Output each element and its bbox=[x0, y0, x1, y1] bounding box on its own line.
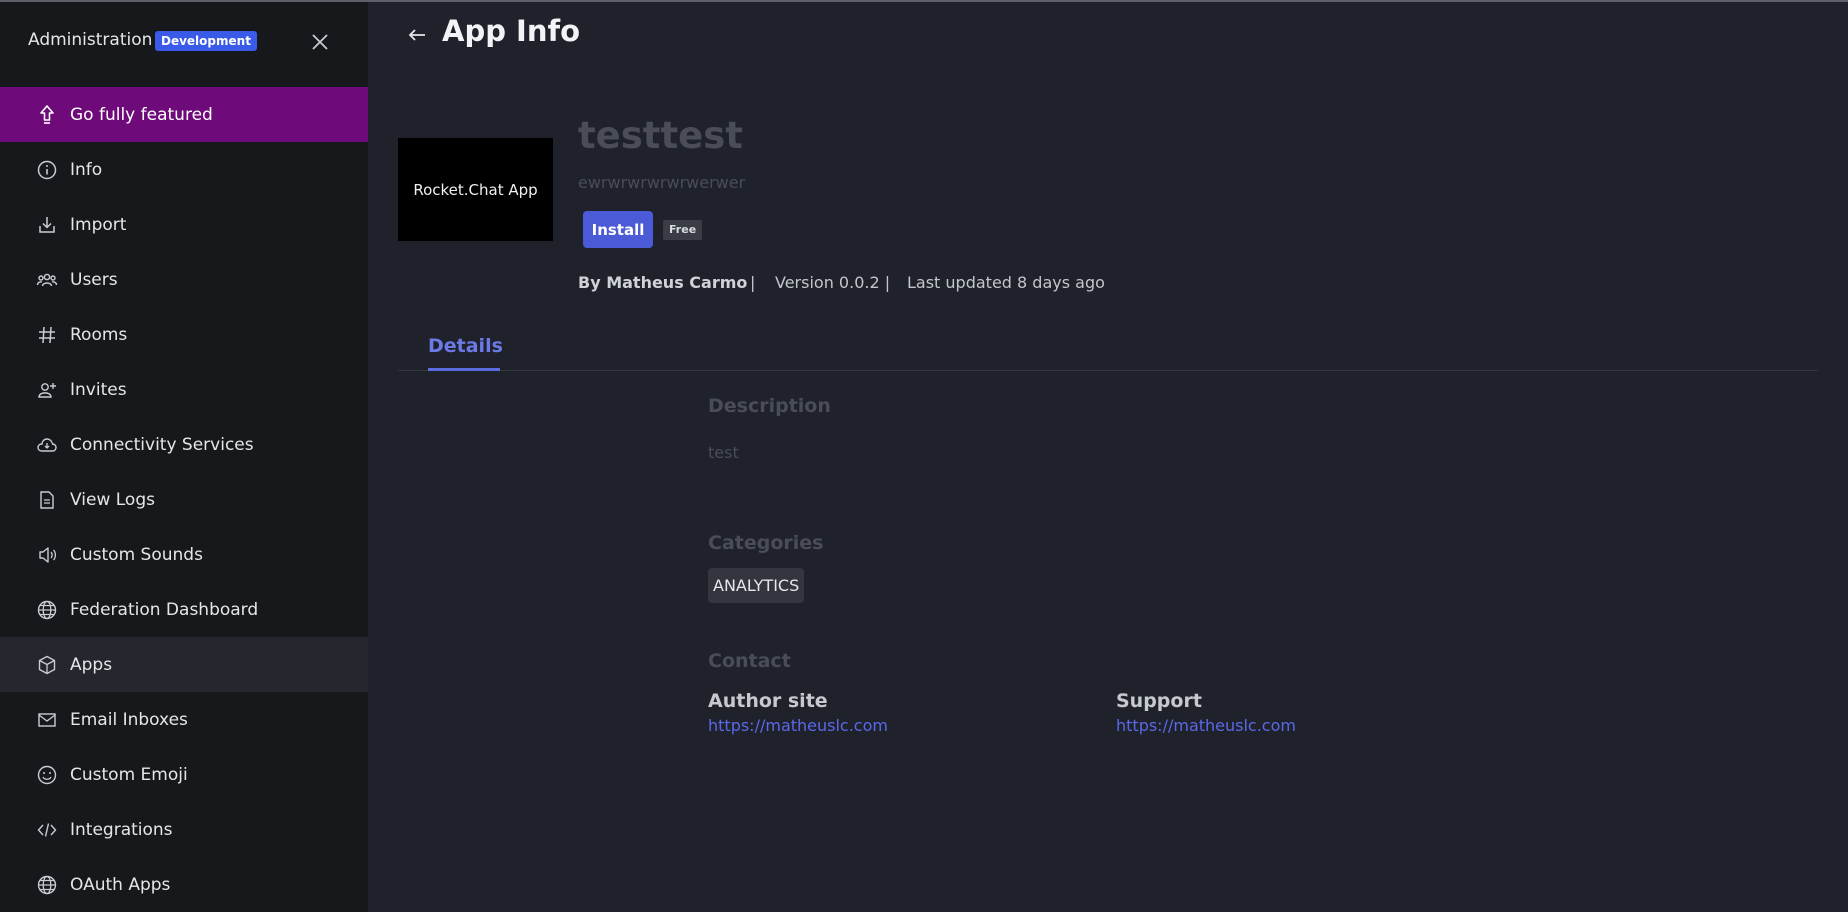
page-title: App Info bbox=[442, 14, 581, 48]
file-icon bbox=[36, 489, 58, 511]
admin-sidebar: Administration Development Go fully feat… bbox=[0, 2, 368, 912]
hashtag-icon bbox=[36, 324, 58, 346]
author-site-link[interactable]: https://matheuslc.com bbox=[708, 716, 888, 735]
sidebar-item-apps[interactable]: Apps bbox=[0, 637, 368, 692]
info-icon bbox=[36, 159, 58, 181]
globe-icon bbox=[36, 599, 58, 621]
sidebar-item-label: Custom Emoji bbox=[70, 764, 188, 785]
app-author: By Matheus Carmo bbox=[578, 273, 748, 292]
app-info-page: App Info Rocket.Chat App testtest ewrwrw… bbox=[368, 2, 1848, 912]
sound-icon bbox=[36, 544, 58, 566]
sidebar-item-label: OAuth Apps bbox=[70, 874, 171, 895]
sidebar-title: Administration bbox=[28, 30, 153, 50]
sidebar-item-label: Invites bbox=[70, 379, 127, 400]
environment-badge: Development bbox=[155, 31, 257, 51]
contact-heading: Contact bbox=[708, 650, 791, 672]
sidebar-item-custom-emoji[interactable]: Custom Emoji bbox=[0, 747, 368, 802]
sidebar-item-invites[interactable]: Invites bbox=[0, 362, 368, 417]
support-link[interactable]: https://matheuslc.com bbox=[1116, 716, 1296, 735]
description-heading: Description bbox=[708, 395, 831, 417]
sidebar-item-info[interactable]: Info bbox=[0, 142, 368, 197]
sidebar-item-label: Custom Sounds bbox=[70, 544, 203, 565]
sidebar-item-custom-sounds[interactable]: Custom Sounds bbox=[0, 527, 368, 582]
sidebar-item-rooms[interactable]: Rooms bbox=[0, 307, 368, 362]
sidebar-item-label: Email Inboxes bbox=[70, 709, 188, 730]
sidebar-item-label: Go fully featured bbox=[70, 104, 213, 125]
categories-heading: Categories bbox=[708, 532, 824, 554]
app-logo: Rocket.Chat App bbox=[398, 138, 553, 241]
sidebar-item-import[interactable]: Import bbox=[0, 197, 368, 252]
mail-icon bbox=[36, 709, 58, 731]
sidebar-item-integrations[interactable]: Integrations bbox=[0, 802, 368, 857]
sidebar-item-label: Info bbox=[70, 159, 103, 180]
app-version: Version 0.0.2 | bbox=[775, 273, 891, 292]
app-name: testtest bbox=[578, 114, 743, 157]
tab-divider bbox=[398, 370, 1818, 371]
sidebar-item-oauth-apps[interactable]: OAuth Apps bbox=[0, 857, 368, 912]
sidebar-item-users[interactable]: Users bbox=[0, 252, 368, 307]
emoji-icon bbox=[36, 764, 58, 786]
app-logo-text: Rocket.Chat App bbox=[413, 180, 538, 199]
category-chip: ANALYTICS bbox=[708, 568, 805, 603]
meta-separator: | bbox=[750, 273, 756, 292]
sidebar-item-label: Federation Dashboard bbox=[70, 599, 259, 620]
sidebar-item-connectivity-services[interactable]: Connectivity Services bbox=[0, 417, 368, 472]
app-short-description: ewrwrwrwrwrwerwer bbox=[578, 173, 746, 192]
user-plus-icon bbox=[36, 379, 58, 401]
sidebar-header: Administration Development bbox=[0, 2, 368, 86]
close-icon[interactable] bbox=[308, 30, 332, 54]
support-label: Support bbox=[1116, 690, 1202, 712]
tab-details[interactable]: Details bbox=[428, 335, 503, 357]
sidebar-item-go-fully-featured[interactable]: Go fully featured bbox=[0, 87, 368, 142]
code-icon bbox=[36, 819, 58, 841]
import-icon bbox=[36, 214, 58, 236]
app-last-updated: Last updated 8 days ago bbox=[907, 273, 1105, 292]
rocket-icon bbox=[36, 104, 58, 126]
description-text: test bbox=[708, 443, 739, 462]
users-icon bbox=[36, 269, 58, 291]
back-arrow-icon[interactable] bbox=[402, 20, 432, 50]
sidebar-item-label: Users bbox=[70, 269, 118, 290]
price-badge: Free bbox=[663, 220, 703, 240]
sidebar-item-federation-dashboard[interactable]: Federation Dashboard bbox=[0, 582, 368, 637]
sidebar-item-label: View Logs bbox=[70, 489, 155, 510]
active-tab-indicator bbox=[428, 368, 500, 371]
author-site-label: Author site bbox=[708, 690, 828, 712]
cloud-icon bbox=[36, 434, 58, 456]
sidebar-item-view-logs[interactable]: View Logs bbox=[0, 472, 368, 527]
install-button[interactable]: Install bbox=[583, 211, 653, 248]
sidebar-item-label: Apps bbox=[70, 654, 113, 675]
cube-icon bbox=[36, 654, 58, 676]
sidebar-item-label: Integrations bbox=[70, 819, 173, 840]
sidebar-item-label: Import bbox=[70, 214, 127, 235]
sidebar-item-email-inboxes[interactable]: Email Inboxes bbox=[0, 692, 368, 747]
globe-icon bbox=[36, 874, 58, 896]
sidebar-item-label: Connectivity Services bbox=[70, 434, 254, 455]
sidebar-nav: Go fully featured Info Import Users Room… bbox=[0, 87, 368, 912]
sidebar-item-label: Rooms bbox=[70, 324, 128, 345]
